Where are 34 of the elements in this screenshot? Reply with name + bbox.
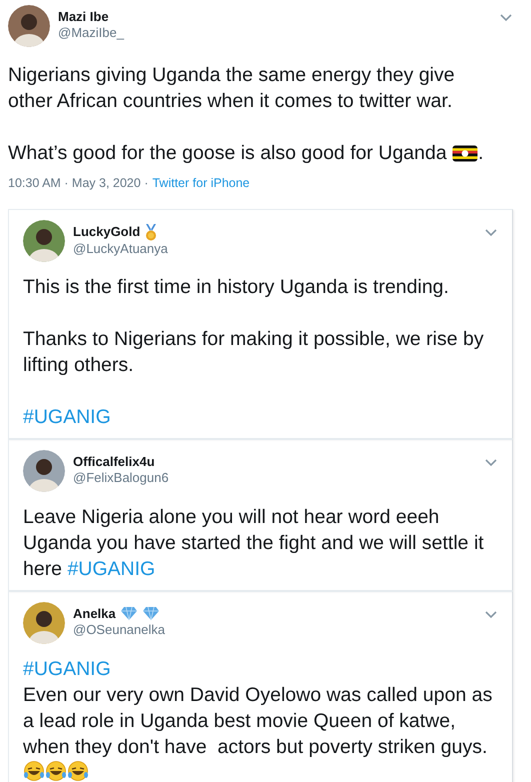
- medal-icon: [144, 224, 158, 241]
- user-handle[interactable]: @OSeunanelka: [73, 622, 165, 638]
- source-link[interactable]: Twitter for iPhone: [152, 174, 250, 193]
- display-name[interactable]: Anelka: [73, 606, 116, 622]
- user-handle[interactable]: @FelixBalogun6: [73, 470, 169, 486]
- tweet-text: This is the first time in history Uganda is trending.: [23, 274, 450, 300]
- avatar: [23, 450, 65, 492]
- display-name[interactable]: LuckyGold: [73, 224, 140, 240]
- diamond-icon: [142, 606, 160, 622]
- tweet-text: Thanks to Nigerians for making it possible, we rise by lifting others.: [23, 326, 485, 378]
- laughing-emoji-icon: [67, 760, 89, 782]
- diamond-icon: [120, 606, 138, 622]
- hashtag-link[interactable]: #UGANIG: [67, 558, 156, 580]
- display-name[interactable]: Officalfelix4u: [73, 454, 155, 470]
- chevron-icon[interactable]: [484, 228, 498, 238]
- laughing-emoji-icon: [45, 760, 67, 782]
- display-name[interactable]: Mazi Ibe: [58, 9, 109, 25]
- chevron-icon[interactable]: [499, 13, 513, 23]
- avatar: [23, 602, 65, 644]
- user-handle[interactable]: @MaziIbe_: [58, 25, 124, 41]
- user-handle[interactable]: @LuckyAtuanya: [73, 240, 168, 257]
- tweet-text: Nigerians giving Uganda the same energy they give other African countries when it comes to twitter war.: [8, 63, 456, 114]
- hashtag-link[interactable]: #UGANIG: [23, 658, 111, 680]
- hashtag-link[interactable]: #UGANIG: [23, 406, 111, 428]
- chevron-icon[interactable]: [484, 610, 498, 620]
- chevron-icon[interactable]: [484, 458, 498, 468]
- avatar: [8, 5, 50, 47]
- avatar: [23, 220, 65, 262]
- timestamp: 10:30 AM · May 3, 2020 ·: [8, 175, 148, 192]
- tweet-text: What’s good for the goose is also good for Uganda .: [8, 141, 485, 166]
- tweet-text: #UGANIG Even our very own David Oyelowo was called upon as a lead role in Uganda best movie Queen of katwe, when they don't have actors but poverty striken guys.: [23, 656, 498, 782]
- flag-icon: [452, 145, 478, 162]
- laughing-emoji-icon: [23, 760, 45, 782]
- tweet-text: Leave Nigeria alone you will not hear word eeeh Uganda you have started the fight and we will settle it here #UGANIG: [23, 504, 485, 582]
